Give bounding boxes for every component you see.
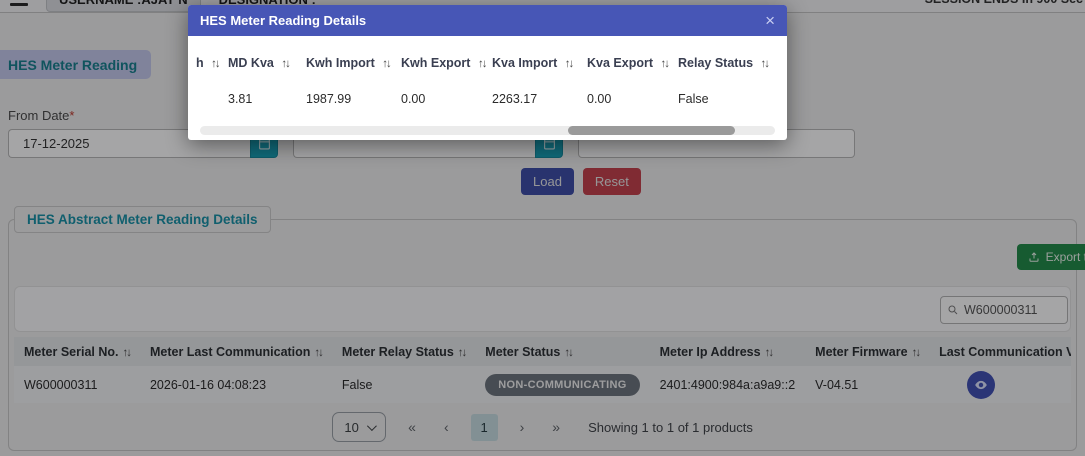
sort-icon: ↑↓ bbox=[760, 58, 770, 70]
modal-col-kwh-export[interactable]: Kwh Export ↑↓ bbox=[401, 56, 492, 70]
modal-col-relay-status[interactable]: Relay Status ↑↓ bbox=[678, 56, 778, 70]
modal-table-header-row: h ↑↓ MD Kva ↑↓ Kwh Import ↑↓ Kwh Export … bbox=[196, 56, 779, 70]
modal-title: HES Meter Reading Details bbox=[200, 13, 367, 28]
modal-val-relay-status: False bbox=[678, 92, 709, 106]
modal-horizontal-scrollbar[interactable] bbox=[200, 126, 775, 135]
modal-col-kva-export[interactable]: Kva Export ↑↓ bbox=[587, 56, 678, 70]
modal-val-kva-export: 0.00 bbox=[587, 92, 612, 106]
modal-val-md-kva: 3.81 bbox=[228, 92, 253, 106]
modal-val-kva-import: 2263.17 bbox=[492, 92, 538, 106]
sort-icon: ↑↓ bbox=[211, 58, 220, 70]
sort-icon: ↑↓ bbox=[564, 58, 574, 70]
modal-col-kva-import[interactable]: Kva Import ↑↓ bbox=[492, 56, 587, 70]
modal-val-kwh-import: 1987.99 bbox=[306, 92, 352, 106]
meter-reading-details-modal: HES Meter Reading Details × h ↑↓ MD Kva … bbox=[188, 5, 787, 140]
sort-icon: ↑↓ bbox=[660, 58, 669, 70]
modal-body: h ↑↓ MD Kva ↑↓ Kwh Import ↑↓ Kwh Export … bbox=[188, 36, 787, 135]
sort-icon: ↑↓ bbox=[281, 58, 290, 70]
modal-col-h[interactable]: h ↑↓ bbox=[196, 56, 228, 70]
scrollbar-thumb[interactable] bbox=[568, 126, 735, 135]
sort-icon: ↑↓ bbox=[382, 58, 391, 70]
modal-header: HES Meter Reading Details × bbox=[188, 5, 787, 36]
modal-col-kwh-import[interactable]: Kwh Import ↑↓ bbox=[306, 56, 401, 70]
modal-col-md-kva[interactable]: MD Kva ↑↓ bbox=[228, 56, 306, 70]
sort-icon: ↑↓ bbox=[477, 58, 487, 70]
modal-table-value-row: 3.81 1987.99 0.00 2263.17 0.00 False bbox=[196, 92, 779, 106]
modal-val-kwh-export: 0.00 bbox=[401, 92, 426, 106]
modal-close-button[interactable]: × bbox=[765, 12, 775, 29]
